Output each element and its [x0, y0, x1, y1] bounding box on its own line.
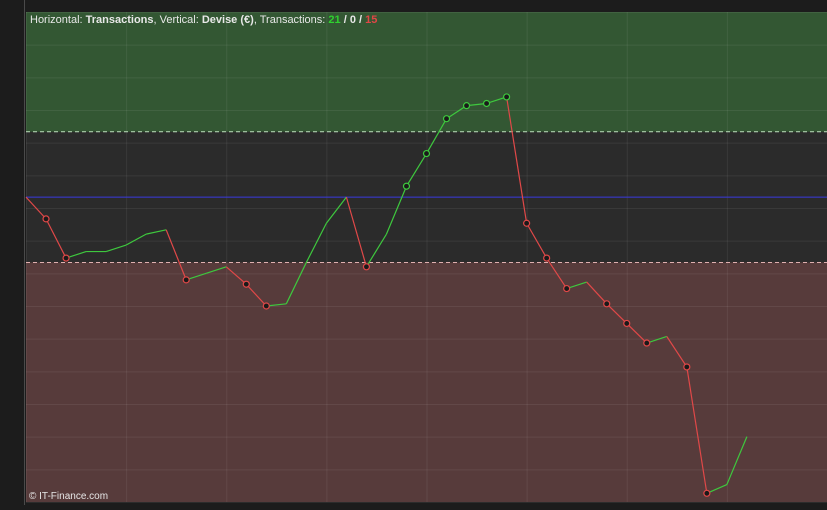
losing-trade-point [262, 302, 270, 310]
equity-chart [0, 0, 827, 505]
losing-count: 15 [365, 14, 378, 26]
new-high-point [482, 99, 491, 108]
losing-trade-point [563, 284, 571, 293]
losing-trade-point [182, 276, 190, 284]
losing-trade-point [543, 254, 551, 262]
losing-trade-point [62, 254, 70, 262]
count-separator: / [355, 14, 366, 26]
chart-header: Horizontal: Transactions, Vertical: Devi… [30, 14, 377, 26]
winning-count: 21 [328, 14, 341, 26]
losing-trade-point [523, 219, 531, 227]
losing-trade-point [683, 363, 691, 371]
count-separator: / [340, 14, 350, 26]
new-high-point [402, 182, 411, 190]
new-high-point [422, 149, 431, 158]
losing-trade-point [703, 489, 711, 497]
losing-trade-point [643, 339, 651, 347]
vertical-label: Vertical: [159, 14, 199, 26]
transactions-label: Transactions: [259, 14, 326, 26]
horizontal-label: Horizontal: [30, 14, 83, 26]
chart-canvas [24, 0, 827, 505]
new-high-point [462, 102, 471, 110]
copyright-notice: © IT-Finance.com [29, 491, 109, 502]
losing-trade-point [362, 263, 371, 271]
vertical-value: Devise (€) [201, 14, 254, 26]
horizontal-value: Transactions [85, 14, 154, 26]
losing-trade-point [42, 215, 50, 223]
new-high-point [503, 93, 511, 101]
losing-trade-point [242, 280, 250, 288]
losing-trade-point [603, 300, 611, 308]
losing-trade-point [623, 319, 631, 328]
new-high-point [442, 115, 451, 123]
